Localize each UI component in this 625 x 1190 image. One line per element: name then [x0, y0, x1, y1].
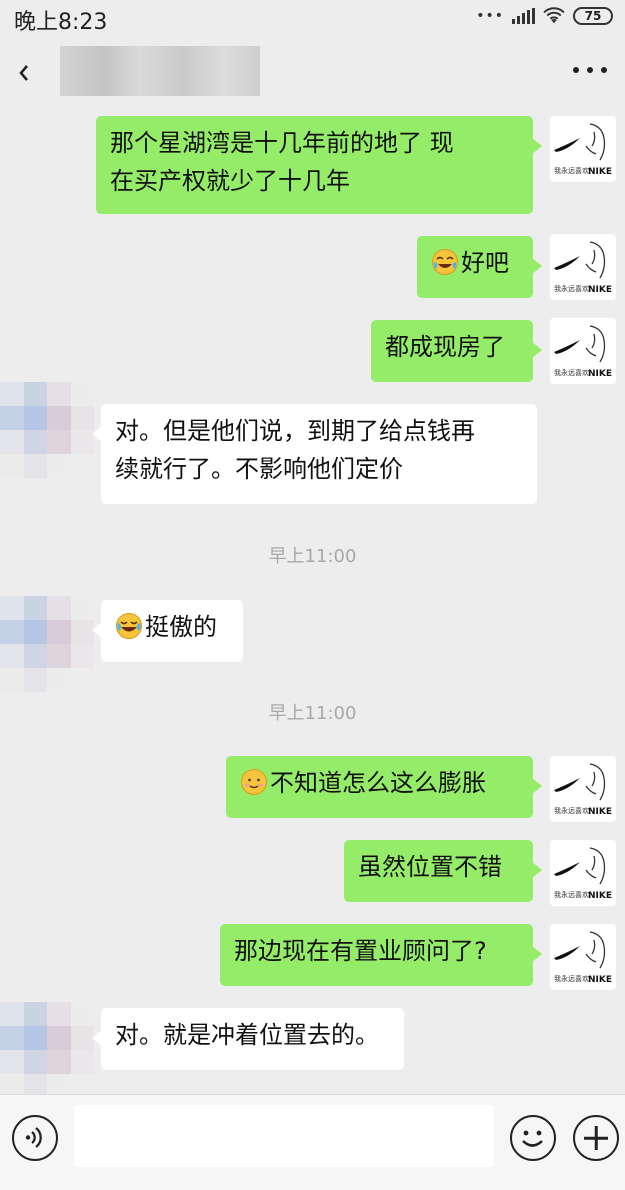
self-avatar[interactable]: 我永远喜欢 NIKE: [550, 116, 616, 182]
plus-button[interactable]: [573, 1115, 619, 1161]
message-text: 虽然位置不错: [358, 853, 502, 881]
message-list[interactable]: 那个星湖湾是十几年前的地了 现 在买产权就少了十几年 我永远喜欢 NIKE 好吧…: [0, 114, 625, 1098]
message-line: 对。但是他们说，到期了给点钱再: [115, 417, 475, 445]
avatar-logo: NIKE: [587, 285, 612, 295]
message-text: 好吧: [461, 249, 509, 277]
self-avatar[interactable]: 我永远喜欢 NIKE: [550, 318, 616, 384]
message-bubble-outgoing[interactable]: 那边现在有置业顾问了?: [220, 924, 542, 986]
avatar-caption: 我永远喜欢: [554, 369, 589, 377]
self-avatar[interactable]: 我永远喜欢 NIKE: [550, 234, 616, 300]
message-line: 那个星湖湾是十几年前的地了 现: [110, 129, 454, 157]
signal-icon: [512, 8, 535, 24]
message-bubble-outgoing[interactable]: 虽然位置不错: [344, 840, 542, 902]
chevron-left-icon[interactable]: [18, 60, 40, 86]
avatar-caption: 我永远喜欢: [554, 807, 589, 815]
avatar-caption: 我永远喜欢: [554, 891, 589, 899]
message-text: 对。就是冲着位置去的。: [115, 1021, 379, 1049]
message-bubble-outgoing[interactable]: 都成现房了: [371, 320, 542, 382]
message-bubble-incoming[interactable]: 对。但是他们说，到期了给点钱再 续就行了。不影响他们定价: [92, 404, 537, 504]
message-line: 续就行了。不影响他们定价: [115, 455, 403, 483]
contact-name-blurred: [60, 46, 260, 96]
avatar-logo: NIKE: [587, 891, 612, 901]
notification-dots-icon: •••: [476, 8, 504, 24]
contact-avatar[interactable]: [0, 382, 94, 478]
message-input[interactable]: [74, 1105, 494, 1167]
message-bubble-outgoing[interactable]: 不知道怎么这么膨胀: [226, 756, 542, 818]
voice-icon: [25, 1127, 42, 1148]
avatar-logo: NIKE: [587, 975, 612, 985]
smiley-icon: [522, 1130, 543, 1147]
contact-avatar[interactable]: [0, 596, 94, 692]
message-text: 不知道怎么这么膨胀: [270, 769, 486, 797]
voice-button[interactable]: [12, 1115, 58, 1161]
contact-avatar[interactable]: [0, 1002, 94, 1098]
more-dots-icon[interactable]: [573, 64, 607, 76]
message-text: 都成现房了: [385, 333, 505, 361]
avatar-caption: 我永远喜欢: [554, 975, 589, 983]
message-bubble-outgoing[interactable]: 那个星湖湾是十几年前的地了 现 在买产权就少了十几年: [96, 116, 542, 214]
message-line: 在买产权就少了十几年: [110, 167, 350, 195]
input-bar: [0, 1094, 625, 1190]
laughing-crying-emoji-icon: [432, 249, 458, 275]
avatar-logo: NIKE: [587, 167, 612, 177]
message-text: 那边现在有置业顾问了?: [234, 937, 487, 965]
timestamp: 早上11:00: [268, 546, 357, 567]
avatar-logo: NIKE: [587, 369, 612, 379]
emoji-button[interactable]: [510, 1115, 556, 1161]
avatar-logo: NIKE: [587, 807, 612, 817]
self-avatar[interactable]: 我永远喜欢 NIKE: [550, 756, 616, 822]
self-avatar[interactable]: 我永远喜欢 NIKE: [550, 924, 616, 990]
awkward-smile-emoji-icon: [241, 769, 267, 795]
message-text: 挺傲的: [145, 613, 217, 641]
battery-icon: 75: [573, 7, 613, 25]
status-icons: ••• 75: [476, 5, 613, 27]
status-bar: 晚上8:23 ••• 75: [0, 0, 625, 35]
message-bubble-outgoing[interactable]: 好吧: [417, 236, 542, 298]
avatar-caption: 我永远喜欢: [554, 167, 589, 175]
tears-of-joy-emoji-icon: [116, 613, 142, 639]
avatar-caption: 我永远喜欢: [554, 285, 589, 293]
status-time: 晚上8:23: [14, 10, 108, 35]
message-bubble-incoming[interactable]: 挺傲的: [92, 600, 243, 662]
chat-header: [0, 34, 625, 114]
message-bubble-incoming[interactable]: 对。就是冲着位置去的。: [92, 1008, 404, 1070]
wifi-icon: [543, 7, 565, 24]
self-avatar[interactable]: 我永远喜欢 NIKE: [550, 840, 616, 906]
timestamp: 早上11:00: [268, 703, 357, 724]
